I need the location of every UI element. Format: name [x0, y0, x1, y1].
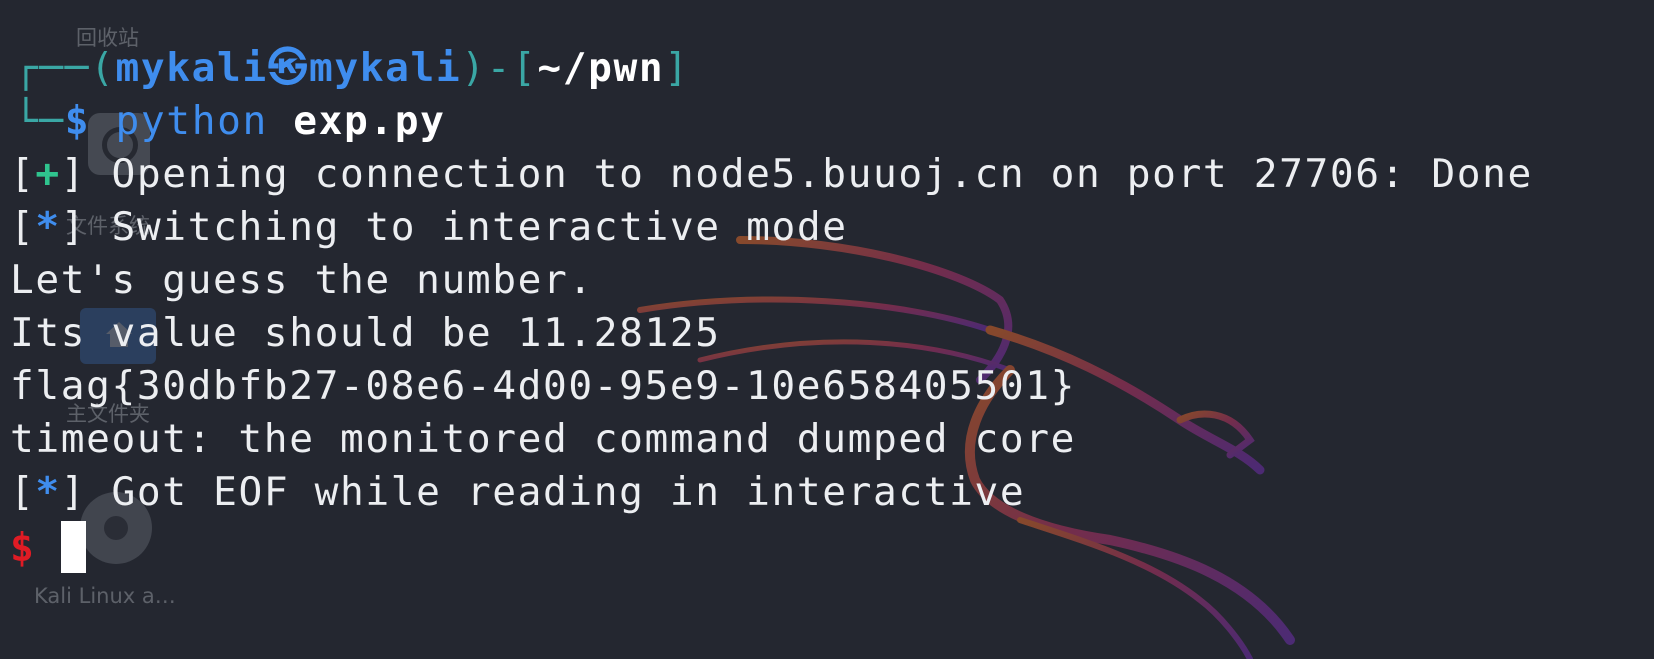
remote-prompt-dollar: $ — [10, 525, 36, 571]
output-line-1: [+] Opening connection to node5.buuoj.cn… — [10, 151, 1533, 197]
flag-line: flag{30dbfb27-08e6-4d00-95e9-10e65840550… — [10, 363, 1077, 409]
output-line-3: Let's guess the number. — [10, 257, 594, 303]
output-line-2: [*] Switching to interactive mode — [10, 204, 848, 250]
prompt-user: mykali — [115, 45, 268, 91]
prompt-frame-top: ┌──( — [14, 45, 116, 91]
prompt-dir-close: ] — [664, 45, 690, 91]
output-line-4: Its value should be 11.28125 — [10, 310, 721, 356]
output-text: Switching to interactive mode — [111, 204, 848, 250]
prompt-dir-open: )-[ — [461, 45, 538, 91]
output-line-7: [*] Got EOF while reading in interactive — [10, 469, 1026, 515]
prompt-frame-bottom: └─ — [14, 98, 65, 144]
text-cursor — [60, 521, 86, 573]
output-text: Opening connection to node5.buuoj.cn on … — [111, 151, 1533, 197]
prompt-host: mykali — [308, 45, 462, 91]
info-marker: * — [35, 204, 61, 250]
terminal-window[interactable]: 回收站 文件系统 主文件夹 Kali Linux a… ┌──(mykali㉿m… — [0, 0, 1654, 659]
output-line-6: timeout: the monitored command dumped co… — [10, 416, 1077, 462]
prompt-at-symbol: ㉿ — [267, 45, 309, 91]
prompt-cwd: ~/pwn — [537, 45, 665, 91]
prompt-line-1: ┌──(mykali㉿mykali)-[~/pwn] — [14, 44, 690, 92]
success-marker: + — [35, 151, 61, 197]
prompt-line-2: └─$ python exp.py — [14, 97, 446, 145]
command-argument: exp.py — [293, 98, 446, 144]
prompt-dollar: $ — [64, 98, 91, 144]
command-name: python — [115, 98, 268, 144]
info-marker: * — [35, 469, 61, 515]
remote-prompt-line[interactable]: $ — [10, 521, 86, 573]
terminal-output[interactable]: ┌──(mykali㉿mykali)-[~/pwn] └─$ python ex… — [0, 0, 1654, 659]
output-text: Got EOF while reading in interactive — [111, 469, 1026, 515]
